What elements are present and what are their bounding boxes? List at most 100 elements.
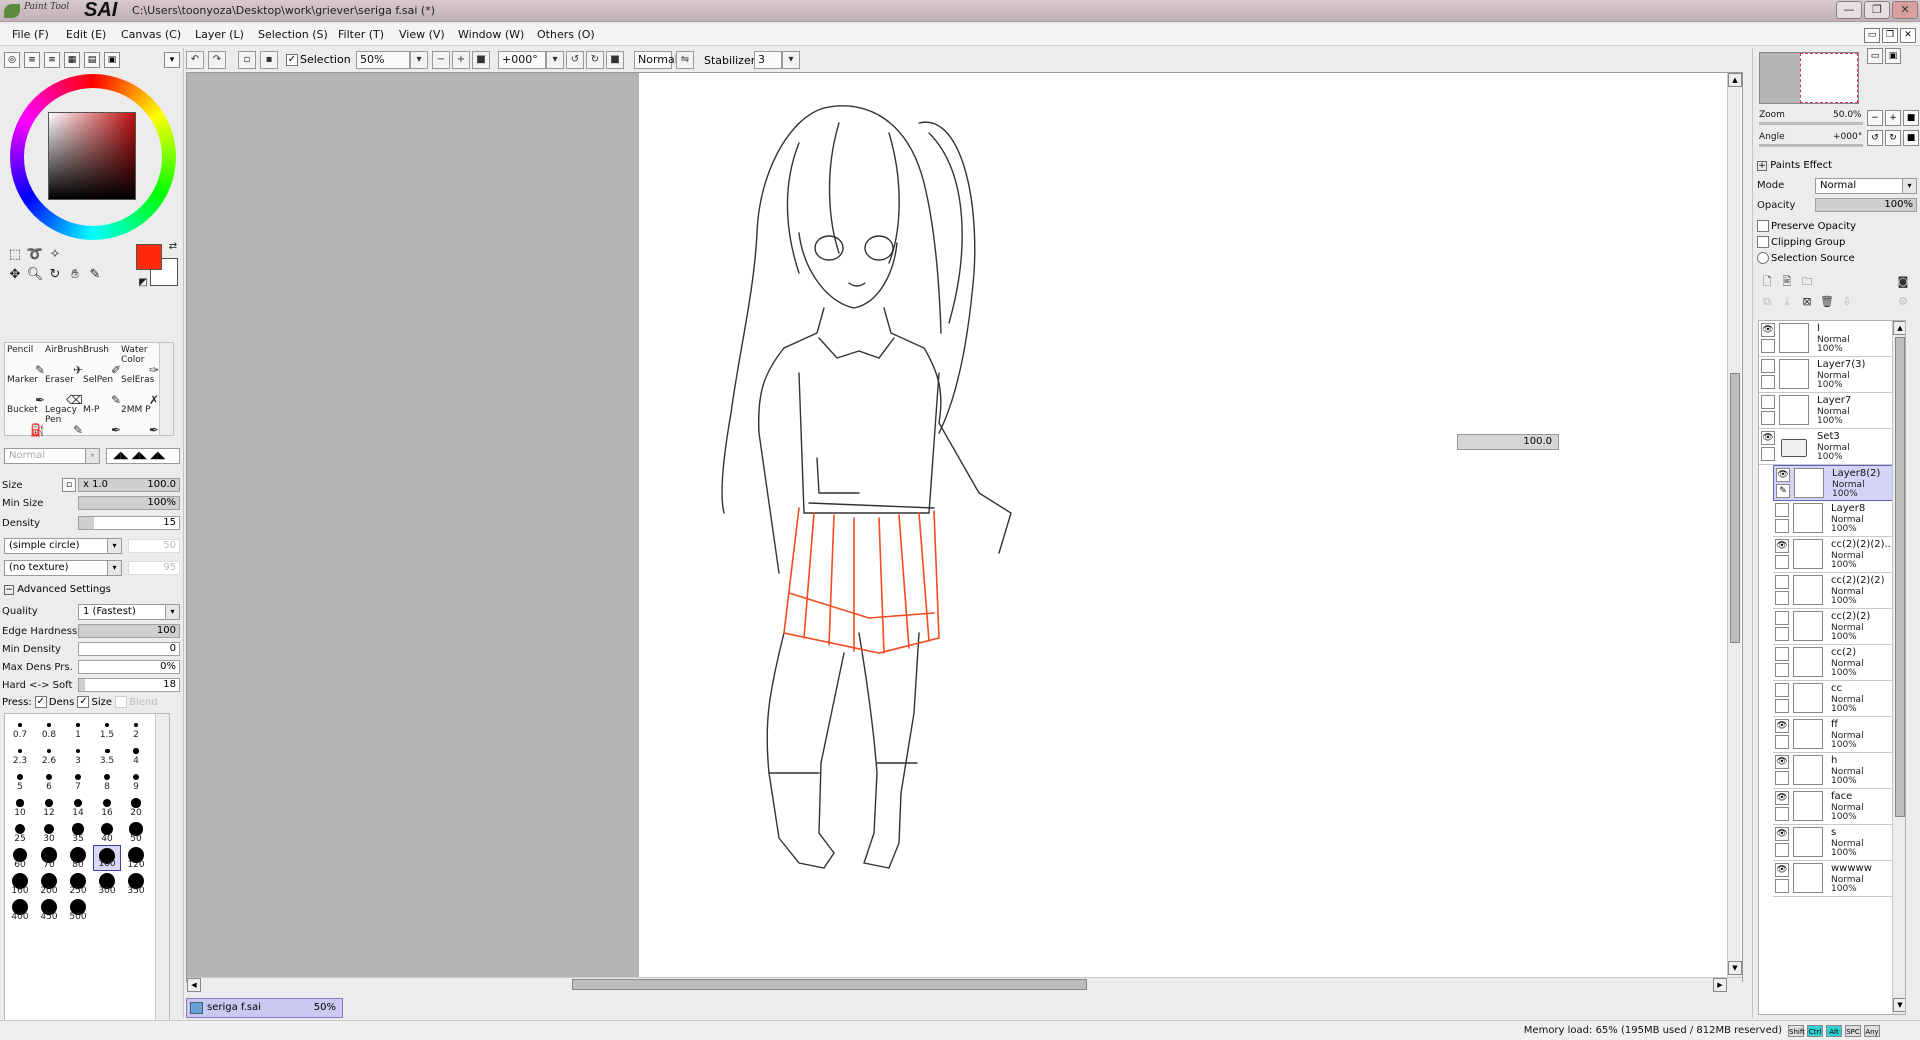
tool-eraser[interactable]: Eraser ⌫ (45, 375, 85, 407)
delete-layer-icon[interactable]: 🗑︎ (1819, 294, 1835, 310)
quality-select[interactable]: 1 (Fastest) ▾ (78, 604, 180, 620)
brush-size-40[interactable]: 40 (93, 819, 121, 845)
size-options-icon[interactable]: ▫ (62, 478, 76, 492)
brush-size-4[interactable]: 4 (122, 741, 150, 767)
merge-down-icon[interactable]: ⤓ (1779, 294, 1795, 310)
paints-effect-toggle[interactable]: + Paints Effect (1757, 160, 1832, 171)
brush-size-30[interactable]: 30 (35, 819, 63, 845)
layer-lock-icon[interactable] (1761, 411, 1775, 425)
layer-lock-icon[interactable] (1775, 771, 1789, 785)
layer-lock-icon[interactable] (1775, 555, 1789, 569)
layer-lock-icon[interactable] (1775, 879, 1789, 893)
menu-layer[interactable]: Layer (L) (195, 28, 244, 41)
rotate-cw-icon[interactable]: ↻ (586, 51, 604, 69)
rotate-tool-icon[interactable]: ↻ (46, 266, 64, 284)
new-linework-layer-icon[interactable]: 🖹︎ (1779, 274, 1795, 290)
selection-checkbox[interactable]: ✓ (286, 54, 298, 66)
layer-scroll-up-icon[interactable]: ▲ (1893, 321, 1905, 335)
canvas-horizontal-scrollbar[interactable]: ◀ ▶ (187, 977, 1742, 992)
brush-size-70[interactable]: 70 (35, 845, 63, 871)
brush-size-0.7[interactable]: 0.7 (6, 715, 34, 741)
layer-lock-icon[interactable] (1775, 591, 1789, 605)
zoom-select[interactable]: 50% (356, 51, 410, 69)
zoom-dropdown-icon[interactable]: ▾ (410, 51, 428, 69)
visibility-eye-icon[interactable]: 👁︎ (1775, 791, 1789, 805)
hand-icon[interactable]: ✋︎ (66, 266, 84, 284)
copy-layer-icon[interactable]: ⧉ (1759, 294, 1775, 310)
layer-item[interactable]: 👁︎ l Normal 100% (1759, 321, 1899, 357)
press-blend-checkbox[interactable] (115, 696, 128, 708)
tool-selpen[interactable]: SelPen ✎ (83, 375, 123, 407)
visibility-eye-icon[interactable]: 👁︎ (1775, 755, 1789, 769)
brush-size-350[interactable]: 350 (122, 871, 150, 897)
mdi-minimize-icon[interactable]: ▭ (1864, 28, 1880, 43)
layer-lock-icon[interactable] (1775, 627, 1789, 641)
brush-size-450[interactable]: 450 (35, 897, 63, 923)
document-tab[interactable]: seriga f.sai 50% (186, 998, 343, 1018)
visibility-eye-icon[interactable]: 👁︎ (1775, 719, 1789, 733)
clipping-group-checkbox[interactable] (1757, 236, 1769, 248)
tool-airbrush[interactable]: AirBrush ✈ (45, 345, 85, 377)
hsv-slider-icon[interactable]: ≡ (44, 52, 60, 68)
palette-icon[interactable]: ▣ (104, 52, 120, 68)
max-dens-slider[interactable]: 0% (78, 660, 180, 674)
brush-size-500[interactable]: 500 (64, 897, 92, 923)
scroll-right-icon[interactable]: ▶ (1713, 978, 1727, 992)
brush-size-10[interactable]: 10 (6, 793, 34, 819)
minimize-button[interactable]: — (1836, 1, 1862, 19)
layer-item[interactable]: cc(2)(2)(2) Normal 100% (1773, 573, 1899, 609)
zoom-reset-icon[interactable]: ■ (472, 51, 490, 69)
nav-zoom-out-icon[interactable]: − (1867, 110, 1883, 126)
press-size-checkbox[interactable]: ✓ (77, 696, 90, 708)
navigator-fit-icon[interactable]: ▣ (1885, 48, 1901, 64)
tool-water-color[interactable]: Water Color ✑ (121, 345, 161, 377)
zoom-out-icon[interactable]: − (432, 51, 450, 69)
primary-color-swatch[interactable] (136, 244, 162, 270)
brush-size-1.5[interactable]: 1.5 (93, 715, 121, 741)
brush-size-25[interactable]: 25 (6, 819, 34, 845)
menu-file[interactable]: File (F) (12, 28, 49, 41)
swap-colors-icon[interactable]: ⇄ (164, 238, 182, 256)
panel-collapse-icon[interactable]: ▾ (164, 52, 180, 68)
brush-size-2[interactable]: 2 (122, 715, 150, 741)
selection-source-option[interactable]: Selection Source (1757, 252, 1855, 264)
menu-others[interactable]: Others (O) (537, 28, 595, 41)
layer-item[interactable]: Layer7(3) Normal 100% (1759, 357, 1899, 393)
navigator-toggle-icon[interactable]: ▭ (1867, 48, 1883, 64)
vertical-scroll-thumb[interactable] (1730, 373, 1740, 643)
brush-size-200[interactable]: 200 (35, 871, 63, 897)
density-slider[interactable]: 15 (78, 516, 180, 530)
brush-size-scrollbar[interactable] (155, 714, 169, 1040)
layer-item[interactable]: 👁︎ ff Normal 100% (1773, 717, 1899, 753)
visibility-eye-icon[interactable] (1775, 647, 1789, 661)
move-icon[interactable]: ✥ (6, 266, 24, 284)
brush-size-0.8[interactable]: 0.8 (35, 715, 63, 741)
advanced-settings-toggle[interactable]: − Advanced Settings (4, 584, 111, 595)
visibility-eye-icon[interactable] (1775, 575, 1789, 589)
invert-select-icon[interactable]: ▪ (260, 51, 278, 69)
restore-button[interactable]: ❐ (1864, 1, 1890, 19)
min-size-slider[interactable]: 100% (78, 496, 180, 510)
angle-dropdown-icon[interactable]: ▾ (546, 51, 564, 69)
scroll-left-icon[interactable]: ◀ (187, 978, 201, 992)
magic-wand-icon[interactable]: ✧ (46, 246, 64, 264)
preserve-opacity-checkbox[interactable] (1757, 220, 1769, 232)
swatch-icon[interactable]: ▦ (64, 52, 80, 68)
layer-lock-icon[interactable] (1775, 843, 1789, 857)
flip-icon[interactable]: ⇋ (676, 51, 694, 69)
layer-mode-select[interactable]: Normal ▾ (1815, 178, 1917, 194)
menu-edit[interactable]: Edit (E) (66, 28, 106, 41)
shape-strength-slider[interactable]: 50 (128, 539, 180, 553)
visibility-eye-icon[interactable]: 👁︎ (1775, 539, 1789, 553)
tool-m-p[interactable]: M-P ✒ (83, 405, 123, 437)
visibility-eye-icon[interactable] (1761, 359, 1775, 373)
nav-zoom-reset-icon[interactable]: ■ (1903, 110, 1919, 126)
brush-size-3[interactable]: 3 (64, 741, 92, 767)
brush-size-50[interactable]: 50 (122, 819, 150, 845)
zoom-tool-icon[interactable]: 🔍︎ (26, 266, 44, 284)
layer-lock-icon[interactable] (1775, 519, 1789, 533)
transfer-down-icon[interactable]: ⇩ (1839, 294, 1855, 310)
brush-size-16[interactable]: 16 (93, 793, 121, 819)
nav-rotate-ccw-icon[interactable]: ↺ (1867, 130, 1883, 146)
menu-canvas[interactable]: Canvas (C) (121, 28, 181, 41)
